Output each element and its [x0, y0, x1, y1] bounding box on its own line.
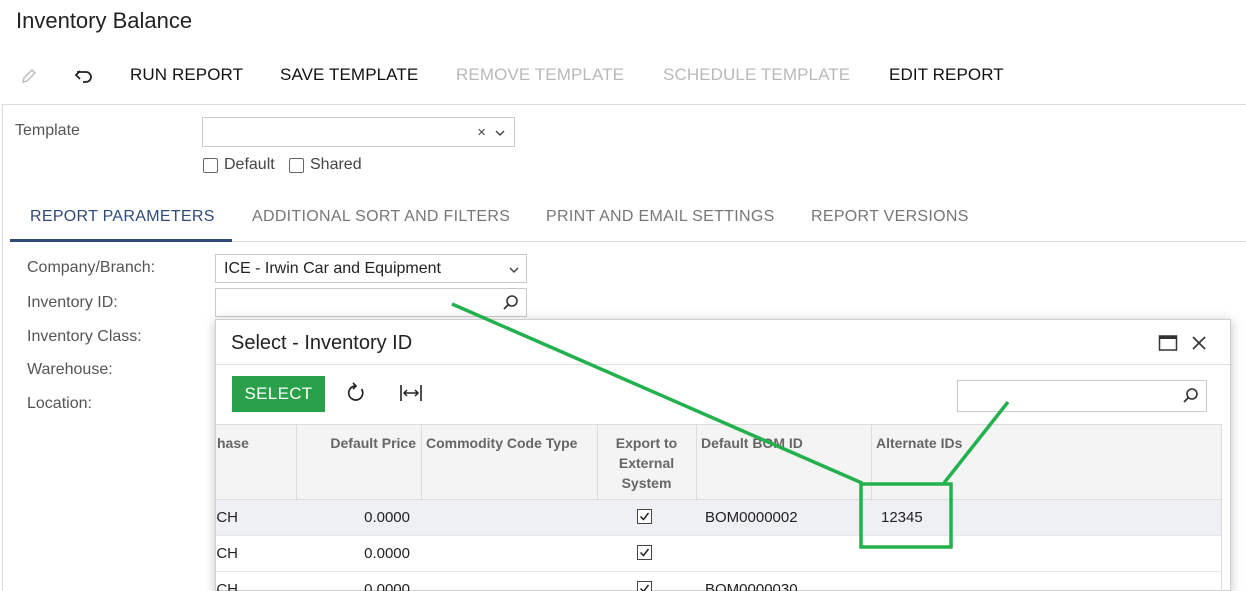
row-default-bom-id: BOM0000002	[705, 509, 798, 526]
inventory-class-label: Inventory Class:	[27, 328, 142, 345]
maximize-icon[interactable]	[1158, 334, 1178, 357]
edit-report-button[interactable]: EDIT REPORT	[889, 65, 1004, 85]
pencil-icon[interactable]	[17, 64, 41, 88]
schedule-template-button[interactable]: SCHEDULE TEMPLATE	[663, 65, 850, 85]
default-checkbox[interactable]: Default	[203, 156, 275, 174]
toolbar: RUN REPORT SAVE TEMPLATE REMOVE TEMPLATE…	[0, 58, 1246, 92]
company-branch-select[interactable]: ICE - Irwin Car and Equipment	[215, 254, 527, 283]
inventory-id-label: Inventory ID:	[27, 294, 118, 311]
template-label: Template	[15, 122, 80, 139]
dialog-title: Select - Inventory ID	[231, 332, 413, 354]
column-header-default-price[interactable]: Default Price	[308, 433, 416, 453]
row-alternate-ids: 12345	[881, 509, 923, 526]
location-label: Location:	[27, 395, 92, 412]
chevron-down-icon[interactable]	[494, 125, 506, 143]
select-inventory-id-dialog: Select - Inventory ID SELECT hase Defaul…	[215, 319, 1231, 591]
inventory-grid: hase Default Price Commodity Code Type E…	[216, 424, 1222, 591]
tab-bar: REPORT PARAMETERS ADDITIONAL SORT AND FI…	[10, 200, 1246, 242]
column-header-default-bom-id[interactable]: Default BOM ID	[701, 433, 803, 453]
clear-icon[interactable]: ×	[477, 124, 486, 141]
select-button[interactable]: SELECT	[232, 376, 325, 412]
shared-checkbox-label: Shared	[310, 156, 362, 173]
row-default-price: 0.0000	[364, 581, 410, 591]
warehouse-label: Warehouse:	[27, 361, 113, 378]
row-default-price: 0.0000	[364, 509, 410, 526]
row-default-bom-id: BOM0000030	[705, 581, 798, 591]
inventory-id-input[interactable]	[215, 288, 527, 317]
tab-report-parameters[interactable]: REPORT PARAMETERS	[30, 208, 215, 226]
active-tab-indicator	[10, 239, 232, 242]
dialog-search-input[interactable]	[957, 380, 1207, 412]
search-icon[interactable]	[1182, 387, 1200, 410]
remove-template-button[interactable]: REMOVE TEMPLATE	[456, 65, 624, 85]
table-row[interactable]: CH 0.0000 BOM0000030	[216, 572, 1221, 591]
tab-print-and-email-settings[interactable]: PRINT AND EMAIL SETTINGS	[546, 208, 775, 226]
export-checkbox[interactable]	[637, 509, 652, 524]
table-row[interactable]: CH 0.0000	[216, 536, 1221, 572]
table-row[interactable]: CH 0.0000 BOM0000002 12345	[216, 500, 1221, 536]
company-branch-value: ICE - Irwin Car and Equipment	[224, 260, 441, 277]
export-checkbox[interactable]	[637, 545, 652, 560]
template-select[interactable]: ×	[202, 117, 515, 147]
export-checkbox[interactable]	[637, 581, 652, 591]
search-icon[interactable]	[502, 294, 520, 317]
default-checkbox-box[interactable]	[203, 157, 218, 173]
save-template-button[interactable]: SAVE TEMPLATE	[280, 65, 418, 85]
shared-checkbox[interactable]: Shared	[289, 156, 362, 174]
company-branch-label: Company/Branch:	[27, 259, 156, 276]
row-purchase-cell: CH	[216, 509, 238, 526]
column-header-export-to-external-system[interactable]: Export to External System	[597, 433, 696, 493]
tab-additional-sort-and-filters[interactable]: ADDITIONAL SORT AND FILTERS	[252, 208, 510, 226]
row-default-price: 0.0000	[364, 545, 410, 562]
shared-checkbox-box[interactable]	[289, 157, 304, 173]
page-title: Inventory Balance	[16, 8, 193, 33]
dialog-header-divider	[216, 364, 1230, 365]
column-header-commodity-code-type[interactable]: Commodity Code Type	[426, 433, 586, 453]
fit-columns-icon[interactable]	[399, 382, 423, 409]
undo-icon[interactable]	[73, 64, 97, 88]
column-header-purchase[interactable]: hase	[217, 433, 249, 453]
chevron-down-icon[interactable]	[508, 262, 520, 280]
row-purchase-cell: CH	[216, 581, 238, 591]
grid-header: hase Default Price Commodity Code Type E…	[216, 425, 1221, 500]
column-header-alternate-ids[interactable]: Alternate IDs	[876, 433, 962, 453]
close-icon[interactable]	[1190, 334, 1208, 357]
run-report-button[interactable]: RUN REPORT	[130, 65, 243, 85]
row-purchase-cell: CH	[216, 545, 238, 562]
default-checkbox-label: Default	[224, 156, 275, 173]
refresh-icon[interactable]	[345, 382, 367, 409]
tab-report-versions[interactable]: REPORT VERSIONS	[811, 208, 969, 226]
